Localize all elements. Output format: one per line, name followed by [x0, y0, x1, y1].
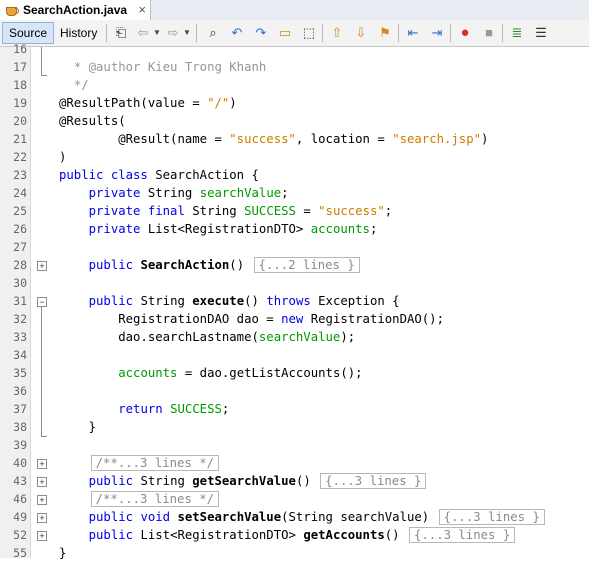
- code-line[interactable]: 30: [0, 274, 589, 292]
- code-text: public String getSearchValue() {...3 lin…: [59, 472, 427, 490]
- line-number: 18: [13, 78, 27, 92]
- code-text: /**...3 lines */: [59, 490, 220, 508]
- tab-searchaction-java[interactable]: SearchAction.java ×: [0, 0, 151, 20]
- expand-fold-icon[interactable]: +: [37, 531, 47, 541]
- code-line[interactable]: 34: [0, 346, 589, 364]
- close-tab-icon[interactable]: ×: [138, 2, 146, 17]
- code-text: @Result(name = "success", location = "se…: [59, 132, 489, 146]
- line-number: 32: [13, 312, 27, 326]
- code-text: dao.searchLastname(searchValue);: [59, 330, 356, 344]
- code-line[interactable]: 37 return SUCCESS;: [0, 400, 589, 418]
- line-number: 19: [13, 96, 27, 110]
- line-number: 28: [13, 258, 27, 272]
- code-line[interactable]: 33 dao.searchLastname(searchValue);: [0, 328, 589, 346]
- code-line[interactable]: 20 @Results(: [0, 112, 589, 130]
- line-number: 23: [13, 168, 27, 182]
- expand-fold-icon[interactable]: +: [37, 459, 47, 469]
- expand-fold-icon[interactable]: +: [37, 477, 47, 487]
- java-file-icon: [4, 3, 19, 17]
- code-text: ): [59, 150, 67, 164]
- line-number: 22: [13, 150, 27, 164]
- line-number: 24: [13, 186, 27, 200]
- code-text: accounts = dao.getListAccounts();: [118, 366, 363, 380]
- code-line[interactable]: 40 + /**...3 lines */: [0, 454, 589, 472]
- line-number: 21: [13, 132, 27, 146]
- code-line[interactable]: 21 @Result(name = "success", location = …: [0, 130, 589, 148]
- code-line[interactable]: 25 private final String SUCCESS = "succe…: [0, 202, 589, 220]
- line-number: 27: [13, 240, 27, 254]
- code-text: public void setSearchValue(String search…: [59, 508, 545, 526]
- code-line[interactable]: 49 + public void setSearchValue(String se…: [0, 508, 589, 526]
- code-line[interactable]: 52 + public List<RegistrationDTO> getAcco…: [0, 526, 589, 544]
- code-line[interactable]: 28 + public SearchAction() {...2 lines }: [0, 256, 589, 274]
- code-line[interactable]: 32 RegistrationDAO dao = new Registratio…: [0, 310, 589, 328]
- code-line[interactable]: 17 * @author Kieu Trong Khanh: [0, 58, 589, 76]
- line-number: 46: [13, 492, 27, 506]
- line-number: 35: [13, 366, 27, 380]
- code-line[interactable]: 23 public class SearchAction {: [0, 166, 589, 184]
- line-number: 16: [13, 42, 27, 56]
- line-number: 26: [13, 222, 27, 236]
- code-line[interactable]: 38 }: [0, 418, 589, 436]
- code-text: public SearchAction() {...2 lines }: [59, 256, 360, 274]
- code-text: }: [59, 546, 67, 560]
- line-number: 38: [13, 420, 27, 434]
- code-text: public List<RegistrationDTO> getAccounts…: [59, 526, 516, 544]
- line-number: 43: [13, 474, 27, 488]
- line-number: 39: [13, 438, 27, 452]
- line-number: 37: [13, 402, 27, 416]
- code-line[interactable]: 24 private String searchValue;: [0, 184, 589, 202]
- code-text: private final String SUCCESS = "success"…: [88, 204, 393, 218]
- code-line[interactable]: 26 private List<RegistrationDTO> account…: [0, 220, 589, 238]
- code-text: }: [59, 420, 97, 434]
- line-number: 33: [13, 330, 27, 344]
- code-line[interactable]: 55}: [0, 544, 589, 562]
- code-line[interactable]: 46 + /**...3 lines */: [0, 490, 589, 508]
- tab-title: SearchAction.java: [23, 3, 128, 17]
- code-line[interactable]: 39: [0, 436, 589, 454]
- code-text: public class SearchAction {: [59, 168, 259, 182]
- line-number: 36: [13, 384, 27, 398]
- line-number: 30: [13, 276, 27, 290]
- line-number: 20: [13, 114, 27, 128]
- code-line[interactable]: 18 */: [0, 76, 589, 94]
- line-number: 49: [13, 510, 27, 524]
- code-line[interactable]: 16: [0, 40, 589, 58]
- line-number: 25: [13, 204, 27, 218]
- code-line[interactable]: 22): [0, 148, 589, 166]
- line-number: 52: [13, 528, 27, 542]
- code-text: public String execute() throws Exception…: [88, 294, 400, 308]
- code-text: RegistrationDAO dao = new RegistrationDA…: [59, 312, 444, 326]
- code-line[interactable]: 19 @ResultPath(value = "/"): [0, 94, 589, 112]
- line-number: 40: [13, 456, 27, 470]
- expand-fold-icon[interactable]: +: [37, 261, 47, 271]
- code-line[interactable]: 31− public String execute() throws Excep…: [0, 292, 589, 310]
- code-line[interactable]: 36: [0, 382, 589, 400]
- code-text: /**...3 lines */: [59, 454, 220, 472]
- line-number: 31: [13, 294, 27, 308]
- code-line[interactable]: 27: [0, 238, 589, 256]
- code-text: @ResultPath(value = "/"): [59, 96, 237, 110]
- code-text: @Results(: [59, 114, 126, 128]
- code-text: */: [73, 78, 89, 92]
- line-number: 17: [13, 60, 27, 74]
- code-text: private List<RegistrationDTO> accounts;: [88, 222, 378, 236]
- line-number: 55: [13, 546, 27, 560]
- code-text: * @author Kieu Trong Khanh: [73, 60, 267, 74]
- code-editor[interactable]: 16 17 * @author Kieu Trong Khanh 18 */19 @R…: [0, 42, 589, 560]
- code-line[interactable]: 35 accounts = dao.getListAccounts();: [0, 364, 589, 382]
- code-text: return SUCCESS;: [118, 402, 230, 416]
- code-line[interactable]: 43 + public String getSearchValue() {...3…: [0, 472, 589, 490]
- line-number: 34: [13, 348, 27, 362]
- editor-tab-bar: SearchAction.java ×: [0, 0, 589, 21]
- expand-fold-icon[interactable]: +: [37, 495, 47, 505]
- expand-fold-icon[interactable]: +: [37, 513, 47, 523]
- code-text: private String searchValue;: [88, 186, 289, 200]
- history-tab-button[interactable]: History: [56, 22, 101, 42]
- collapse-fold-icon[interactable]: −: [37, 297, 47, 307]
